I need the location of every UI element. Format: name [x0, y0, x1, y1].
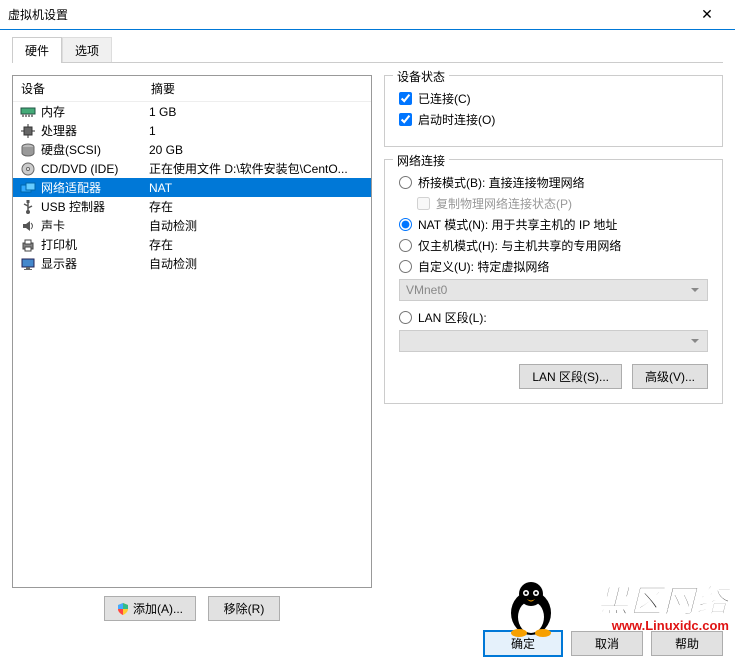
- connect-poweron-checkbox[interactable]: [399, 113, 412, 126]
- device-row[interactable]: 显示器自动检测: [13, 254, 371, 273]
- device-summary: 存在: [149, 198, 365, 215]
- cancel-button[interactable]: 取消: [571, 631, 643, 656]
- tab-options[interactable]: 选项: [62, 37, 112, 63]
- network-connection-title: 网络连接: [393, 152, 449, 169]
- device-name: 内存: [41, 103, 149, 120]
- connect-poweron-label: 启动时连接(O): [418, 111, 495, 128]
- device-row[interactable]: 内存1 GB: [13, 102, 371, 121]
- device-name: USB 控制器: [41, 198, 149, 215]
- connected-checkbox[interactable]: [399, 92, 412, 105]
- device-list[interactable]: 设备 摘要 内存1 GB处理器1硬盘(SCSI)20 GBCD/DVD (IDE…: [12, 75, 372, 588]
- device-list-header: 设备 摘要: [13, 76, 371, 102]
- memory-icon: [19, 104, 37, 120]
- network-connection-group: 网络连接 桥接模式(B): 直接连接物理网络 复制物理网络连接状态(P) NAT…: [384, 159, 723, 404]
- device-summary: 自动检测: [149, 217, 365, 234]
- device-summary: 正在使用文件 D:\软件安装包\CentO...: [149, 160, 365, 177]
- usb-icon: [19, 199, 37, 215]
- ok-button[interactable]: 确定: [483, 630, 563, 657]
- printer-icon: [19, 237, 37, 253]
- header-summary: 摘要: [151, 80, 175, 97]
- device-row[interactable]: 打印机存在: [13, 235, 371, 254]
- add-button[interactable]: 添加(A)...: [104, 596, 196, 621]
- device-name: 网络适配器: [41, 179, 149, 196]
- vmnet-select: VMnet0: [399, 279, 708, 301]
- connected-checkbox-row[interactable]: 已连接(C): [399, 90, 708, 107]
- nat-radio-row[interactable]: NAT 模式(N): 用于共享主机的 IP 地址: [399, 216, 708, 233]
- bridged-radio[interactable]: [399, 176, 412, 189]
- window-title: 虚拟机设置: [8, 6, 687, 23]
- lan-segments-button[interactable]: LAN 区段(S)...: [519, 364, 622, 389]
- shield-icon: [117, 603, 129, 615]
- device-row[interactable]: 硬盘(SCSI)20 GB: [13, 140, 371, 159]
- device-row[interactable]: 网络适配器NAT: [13, 178, 371, 197]
- custom-radio-row[interactable]: 自定义(U): 特定虚拟网络: [399, 258, 708, 275]
- device-row[interactable]: USB 控制器存在: [13, 197, 371, 216]
- device-summary: 存在: [149, 236, 365, 253]
- device-name: 硬盘(SCSI): [41, 141, 149, 158]
- device-summary: 1 GB: [149, 105, 365, 119]
- device-summary: 自动检测: [149, 255, 365, 272]
- replicate-row: 复制物理网络连接状态(P): [417, 195, 708, 212]
- replicate-label: 复制物理网络连接状态(P): [436, 195, 572, 212]
- device-name: CD/DVD (IDE): [41, 162, 149, 176]
- sound-icon: [19, 218, 37, 234]
- connect-poweron-row[interactable]: 启动时连接(O): [399, 111, 708, 128]
- disk-icon: [19, 142, 37, 158]
- help-button[interactable]: 帮助: [651, 631, 723, 656]
- titlebar: 虚拟机设置 ✕: [0, 0, 735, 30]
- hostonly-radio[interactable]: [399, 239, 412, 252]
- device-summary: 20 GB: [149, 143, 365, 157]
- device-row[interactable]: CD/DVD (IDE)正在使用文件 D:\软件安装包\CentO...: [13, 159, 371, 178]
- dialog-footer: 确定 取消 帮助: [483, 630, 723, 657]
- lansegment-radio[interactable]: [399, 311, 412, 324]
- add-button-label: 添加(A)...: [133, 600, 183, 617]
- cpu-icon: [19, 123, 37, 139]
- device-name: 处理器: [41, 122, 149, 139]
- device-row[interactable]: 声卡自动检测: [13, 216, 371, 235]
- device-name: 显示器: [41, 255, 149, 272]
- advanced-button[interactable]: 高级(V)...: [632, 364, 708, 389]
- device-summary: 1: [149, 124, 365, 138]
- bridged-label: 桥接模式(B): 直接连接物理网络: [418, 174, 585, 191]
- tab-strip: 硬件 选项: [0, 30, 735, 62]
- lansegment-select: [399, 330, 708, 352]
- header-device: 设备: [21, 80, 151, 97]
- replicate-checkbox: [417, 197, 430, 210]
- close-button[interactable]: ✕: [687, 6, 727, 23]
- device-name: 声卡: [41, 217, 149, 234]
- device-name: 打印机: [41, 236, 149, 253]
- lansegment-label: LAN 区段(L):: [418, 309, 487, 326]
- custom-radio[interactable]: [399, 260, 412, 273]
- remove-button[interactable]: 移除(R): [208, 596, 280, 621]
- hostonly-radio-row[interactable]: 仅主机模式(H): 与主机共享的专用网络: [399, 237, 708, 254]
- nat-label: NAT 模式(N): 用于共享主机的 IP 地址: [418, 216, 617, 233]
- lansegment-radio-row[interactable]: LAN 区段(L):: [399, 309, 708, 326]
- nat-radio[interactable]: [399, 218, 412, 231]
- net-icon: [19, 180, 37, 196]
- tab-hardware[interactable]: 硬件: [12, 37, 62, 63]
- custom-label: 自定义(U): 特定虚拟网络: [418, 258, 549, 275]
- device-summary: NAT: [149, 181, 365, 195]
- device-status-group: 设备状态 已连接(C) 启动时连接(O): [384, 75, 723, 147]
- device-status-title: 设备状态: [393, 68, 449, 85]
- hostonly-label: 仅主机模式(H): 与主机共享的专用网络: [418, 237, 621, 254]
- cd-icon: [19, 161, 37, 177]
- device-row[interactable]: 处理器1: [13, 121, 371, 140]
- display-icon: [19, 256, 37, 272]
- bridged-radio-row[interactable]: 桥接模式(B): 直接连接物理网络: [399, 174, 708, 191]
- connected-label: 已连接(C): [418, 90, 471, 107]
